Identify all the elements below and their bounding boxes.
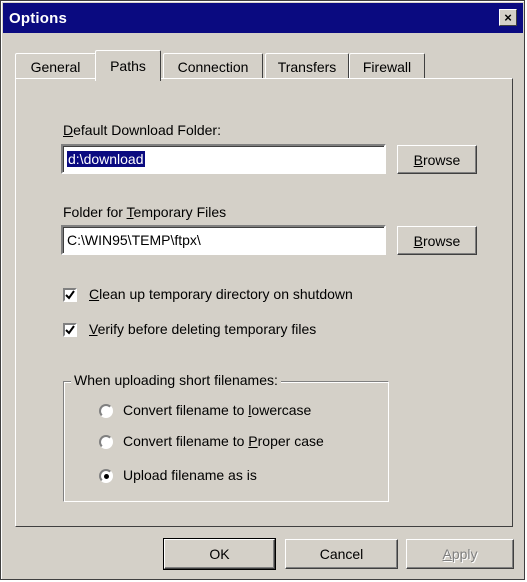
tab-transfers[interactable]: Transfers <box>265 53 349 79</box>
title-bar: Options × <box>3 3 523 33</box>
radio-lowercase-label[interactable]: Convert filename to lowercase <box>123 402 311 418</box>
radio-as-is[interactable] <box>99 469 113 483</box>
tab-label: Connection <box>177 58 249 75</box>
browse-label: Browse <box>413 151 461 168</box>
download-folder-value: d:\download <box>67 151 145 167</box>
radio-as-is-label[interactable]: Upload filename as is <box>123 467 257 483</box>
temp-browse-button[interactable]: Browse <box>397 226 477 255</box>
radio-proper-case-label[interactable]: Convert filename to Proper case <box>123 433 324 449</box>
tab-label: General <box>30 58 81 75</box>
checkmark-icon <box>65 290 75 300</box>
verify-label[interactable]: Verify before deleting temporary files <box>89 321 316 337</box>
ok-label: OK <box>209 546 230 562</box>
close-button[interactable]: × <box>499 9 517 26</box>
temp-folder-label: Folder for Temporary Files <box>63 204 227 220</box>
cleanup-checkbox[interactable] <box>63 288 77 302</box>
download-folder-input[interactable]: d:\download <box>61 144 386 174</box>
tab-general[interactable]: General <box>15 53 96 79</box>
checkmark-icon <box>65 325 75 335</box>
apply-button[interactable]: Apply <box>406 539 514 569</box>
temp-folder-input[interactable]: C:\WIN95\TEMP\ftpx\ <box>61 225 386 255</box>
download-folder-label: Default Download Folder: <box>63 122 221 138</box>
tab-paths[interactable]: Paths <box>95 50 161 81</box>
download-browse-button[interactable]: Browse <box>397 145 477 174</box>
close-icon: × <box>504 10 512 25</box>
dialog-title: Options <box>9 9 68 27</box>
browse-label: Browse <box>413 232 461 249</box>
radio-proper-case[interactable] <box>99 435 113 449</box>
radio-lowercase[interactable] <box>99 404 113 418</box>
cleanup-label[interactable]: Clean up temporary directory on shutdown <box>89 286 353 302</box>
upload-filenames-group-label: When uploading short filenames: <box>71 372 281 388</box>
temp-folder-value: C:\WIN95\TEMP\ftpx\ <box>67 232 201 248</box>
tab-label: Paths <box>110 58 146 74</box>
tab-connection[interactable]: Connection <box>163 53 263 79</box>
verify-checkbox[interactable] <box>63 323 77 337</box>
cancel-button[interactable]: Cancel <box>285 539 398 569</box>
tab-label: Transfers <box>277 58 337 75</box>
tab-label: Firewall <box>362 58 412 75</box>
cancel-label: Cancel <box>319 546 364 562</box>
apply-label: Apply <box>442 546 478 562</box>
ok-button[interactable]: OK <box>163 538 276 570</box>
tab-firewall[interactable]: Firewall <box>349 53 425 79</box>
options-dialog: Options × General Paths Connection Trans… <box>0 0 525 580</box>
radio-selected-dot <box>103 473 109 479</box>
